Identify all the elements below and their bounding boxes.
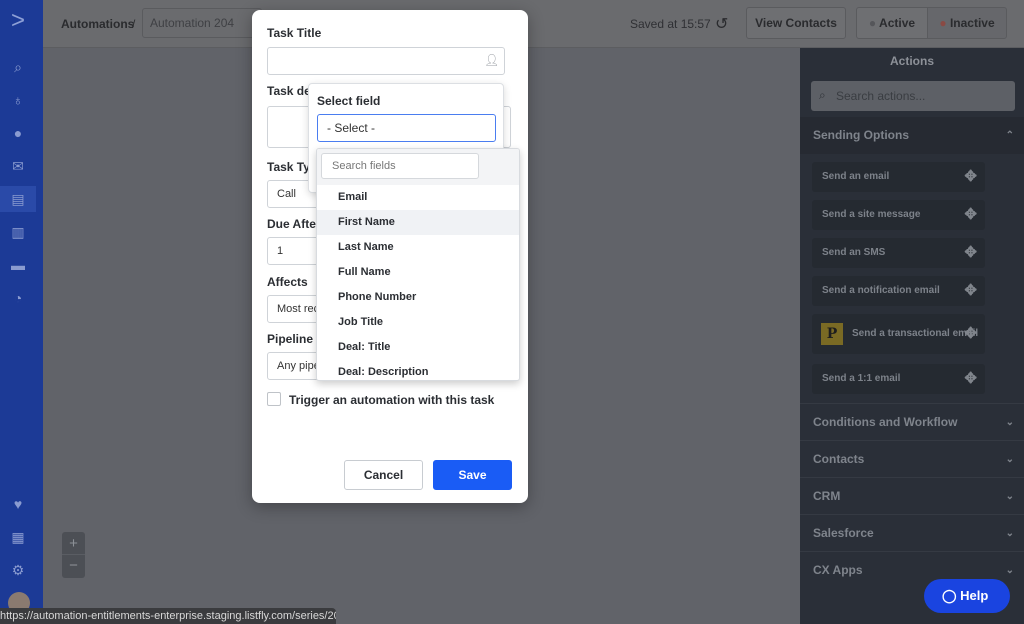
- inactive-toggle[interactable]: ● Inactive: [927, 7, 1007, 39]
- apps-icon[interactable]: ▦: [0, 524, 36, 550]
- chat-icon: ◯: [942, 588, 961, 603]
- sidebar: > ⌕ ♁ ● ✉ ▤ ▥ ▬ ◔ ♥ ▦ ⚙: [0, 0, 43, 624]
- automations-icon[interactable]: ▤: [0, 186, 36, 212]
- help-label: Help: [960, 588, 989, 603]
- move-icon[interactable]: ✥: [964, 314, 977, 354]
- search-icon[interactable]: ⌕: [0, 54, 36, 80]
- status-url-bar: https://automation-entitlements-enterpri…: [0, 608, 336, 624]
- inactive-label: Inactive: [949, 16, 995, 30]
- category-contacts[interactable]: Contacts ⌄: [800, 440, 1024, 477]
- action-send-sms[interactable]: Send an SMS ✥: [812, 238, 985, 268]
- help-button[interactable]: ◯ Help: [924, 579, 1010, 613]
- contacts-icon[interactable]: ●: [0, 120, 36, 146]
- save-button[interactable]: Save: [433, 460, 512, 490]
- select-field-dropdown[interactable]: - Select -: [317, 114, 496, 142]
- option-first-name[interactable]: First Name: [317, 210, 519, 235]
- move-icon[interactable]: ✥: [964, 364, 977, 394]
- actions-title: Actions: [889, 54, 934, 68]
- pipelines-icon[interactable]: ▥: [0, 219, 36, 245]
- chevron-down-icon: ⌄: [1005, 417, 1014, 428]
- campaigns-icon[interactable]: ▬: [0, 252, 36, 278]
- zoom-out-button[interactable]: −: [62, 555, 85, 578]
- lightbulb-icon[interactable]: ♁: [0, 87, 36, 113]
- chevron-down-icon: ⌄: [1005, 565, 1014, 576]
- field-options-list: Search fields Email First Name Last Name…: [316, 148, 520, 381]
- chevron-down-icon: ⌄: [1005, 454, 1014, 465]
- header: Automations / Automation 204 Saved at 15…: [43, 0, 1024, 48]
- category-label: Contacts: [813, 452, 865, 466]
- chevron-down-icon: ⌄: [1005, 528, 1014, 539]
- action-send-transactional-email[interactable]: P Send a transactional email ✥: [812, 314, 985, 354]
- personalize-icon[interactable]: 👤︎: [484, 53, 499, 67]
- chevron-up-icon: ⌃: [1005, 130, 1014, 141]
- settings-icon[interactable]: ⚙: [0, 557, 36, 583]
- postmark-logo: P: [821, 323, 843, 345]
- search-actions-input[interactable]: Search actions...: [811, 81, 1015, 111]
- affects-label: Affects: [267, 275, 308, 289]
- breadcrumb-separator: /: [132, 17, 136, 31]
- option-job-title[interactable]: Job Title: [317, 310, 519, 335]
- task-title-input[interactable]: [267, 47, 505, 75]
- chevron-down-icon: ⌄: [1005, 491, 1014, 502]
- category-label: Salesforce: [813, 526, 874, 540]
- search-icon: ⌕: [819, 88, 826, 102]
- zoom-in-button[interactable]: +: [62, 532, 85, 555]
- action-label: Send a 1:1 email: [822, 373, 901, 384]
- search-fields-input[interactable]: Search fields: [321, 153, 479, 179]
- move-icon[interactable]: ✥: [964, 238, 977, 268]
- trigger-automation-checkbox[interactable]: [267, 392, 281, 406]
- category-label: CRM: [813, 489, 841, 503]
- option-deal-title[interactable]: Deal: Title: [317, 335, 519, 360]
- action-label: Send a notification email: [822, 285, 940, 296]
- action-send-site-message[interactable]: Send a site message ✥: [812, 200, 985, 230]
- category-salesforce[interactable]: Salesforce ⌄: [800, 514, 1024, 551]
- action-send-email[interactable]: Send an email ✥: [812, 162, 985, 192]
- trigger-automation-label: Trigger an automation with this task: [289, 393, 495, 407]
- move-icon[interactable]: ✥: [964, 276, 977, 306]
- option-last-name[interactable]: Last Name: [317, 235, 519, 260]
- task-title-label: Task Title: [267, 26, 322, 40]
- option-phone-number[interactable]: Phone Number: [317, 285, 519, 310]
- view-contacts-button[interactable]: View Contacts: [746, 7, 846, 39]
- logo-icon[interactable]: >: [0, 8, 36, 34]
- action-label: Send a site message: [822, 209, 921, 220]
- zoom-controls: + −: [62, 532, 85, 578]
- action-label: Send a transactional email: [852, 328, 979, 339]
- option-full-name[interactable]: Full Name: [317, 260, 519, 285]
- breadcrumb-automations[interactable]: Automations: [61, 17, 134, 31]
- actions-panel: Actions Search actions... ⌕ Sending Opti…: [800, 48, 1024, 624]
- option-email[interactable]: Email: [317, 185, 519, 210]
- category-label: CX Apps: [813, 563, 863, 577]
- action-label: Send an email: [822, 171, 890, 182]
- heart-icon[interactable]: ♥: [0, 491, 36, 517]
- email-icon[interactable]: ✉: [0, 153, 36, 179]
- pipeline-label: Pipeline: [267, 332, 314, 346]
- action-send-1to1-email[interactable]: Send a 1:1 email ✥: [812, 364, 985, 394]
- category-label: Conditions and Workflow: [813, 415, 958, 429]
- saved-status: Saved at 15:57: [630, 17, 711, 31]
- option-deal-description[interactable]: Deal: Description: [317, 360, 519, 380]
- active-label: Active: [879, 16, 916, 30]
- cancel-button[interactable]: Cancel: [344, 460, 423, 490]
- action-label: Send an SMS: [822, 247, 886, 258]
- category-sending-options[interactable]: Sending Options ⌃: [800, 117, 1024, 154]
- due-after-label: Due After: [267, 217, 321, 231]
- category-label: Sending Options: [813, 128, 909, 142]
- category-conditions-workflow[interactable]: Conditions and Workflow ⌄: [800, 403, 1024, 440]
- active-toggle[interactable]: ● Active: [856, 7, 928, 39]
- history-icon[interactable]: ↺: [715, 14, 728, 34]
- reports-icon[interactable]: ◔: [0, 285, 36, 311]
- select-field-title: Select field: [317, 94, 381, 108]
- action-send-notification-email[interactable]: Send a notification email ✥: [812, 276, 985, 306]
- move-icon[interactable]: ✥: [964, 200, 977, 230]
- automation-name-input[interactable]: Automation 204: [142, 8, 262, 38]
- category-crm[interactable]: CRM ⌄: [800, 477, 1024, 514]
- move-icon[interactable]: ✥: [964, 162, 977, 192]
